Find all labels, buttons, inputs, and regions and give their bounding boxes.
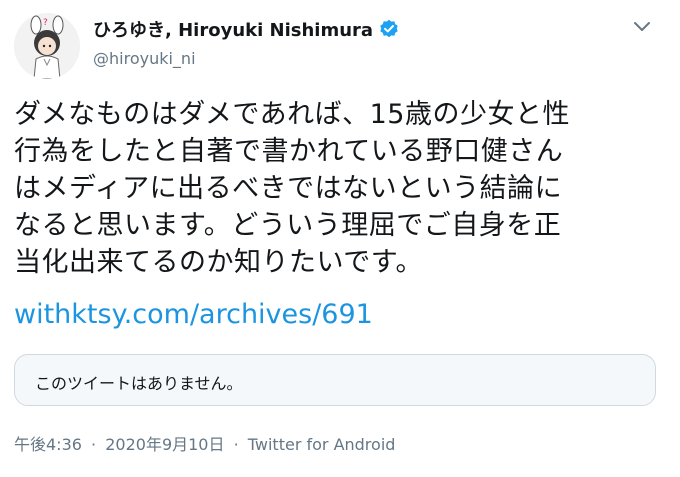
verified-badge-icon <box>379 19 399 39</box>
meta-separator: · <box>91 435 97 454</box>
tweet-date[interactable]: 2020年9月10日 <box>105 435 224 454</box>
quoted-tweet-card[interactable]: このツイートはありません。 <box>14 354 656 406</box>
tweet-text-line: 行為をしたと自著で書かれている野口健さん <box>14 136 564 167</box>
quoted-tweet-unavailable-text: このツイートはありません。 <box>35 374 243 393</box>
tweet-text-line: はメディアに出るべきではないという結論に <box>14 173 563 204</box>
tweet-link[interactable]: withktsy.com/archives/691 <box>14 299 373 330</box>
avatar[interactable]: ? <box>14 13 80 79</box>
tweet-meta: 午後4:36 · 2020年9月10日 · Twitter for Androi… <box>14 431 395 455</box>
tweet-text: ダメなものはダメであれば、15歳の少女と性 行為をしたと自著で書かれている野口健… <box>14 96 664 281</box>
author-name[interactable]: ひろゆき, Hiroyuki Nishimura <box>93 16 399 42</box>
tweet-source[interactable]: Twitter for Android <box>248 435 396 454</box>
svg-text:?: ? <box>43 18 48 28</box>
author-handle[interactable]: @hiroyuki_ni <box>93 49 196 68</box>
tweet-text-line: 当化出来てるのか知りたいです。 <box>14 247 423 278</box>
tweet-card: ? ひろゆき, Hiroyuki Nishimura @hiroyuki_ni … <box>0 0 680 477</box>
chevron-down-icon[interactable] <box>630 14 654 38</box>
tweet-time[interactable]: 午後4:36 <box>14 435 82 454</box>
meta-separator: · <box>233 435 239 454</box>
author-display-name[interactable]: ひろゆき, Hiroyuki Nishimura <box>93 16 373 42</box>
tweet-text-line: ダメなものはダメであれば、15歳の少女と性 <box>14 99 570 130</box>
tweet-text-line: なると思います。どういう理屈でご自身を正 <box>14 210 562 241</box>
